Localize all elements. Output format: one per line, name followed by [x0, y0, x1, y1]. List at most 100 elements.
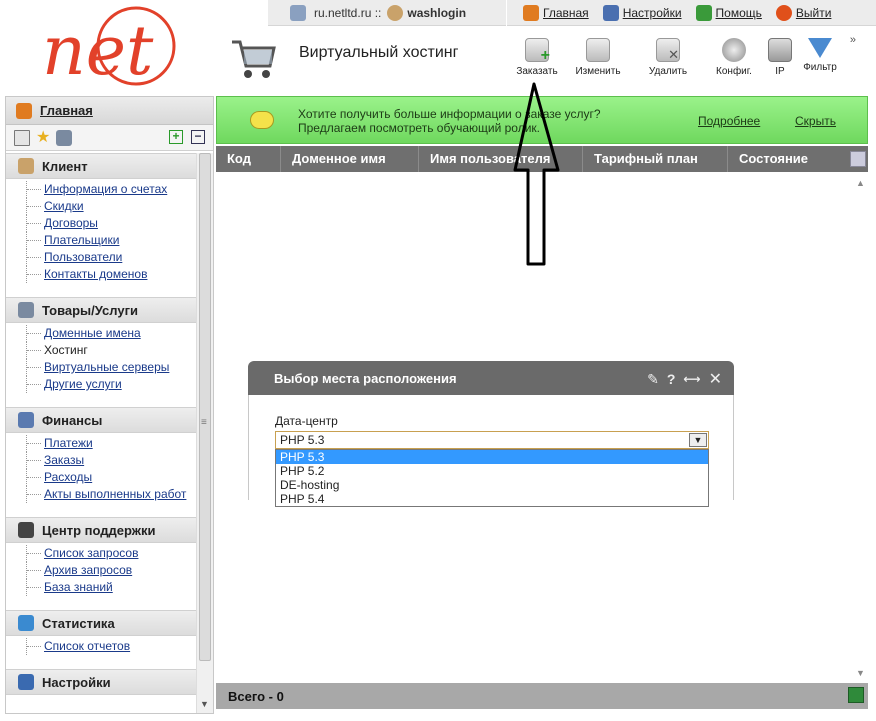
top-link-logout[interactable]: Выйти: [775, 4, 831, 21]
chevron-down-icon[interactable]: ▼: [689, 433, 707, 447]
page-toolbar: Виртуальный хостинг + Заказать Изменить …: [230, 28, 876, 90]
scroll-grip-icon: ≡: [201, 417, 207, 428]
sidebar-section-header[interactable]: Товары/Услуги: [6, 297, 196, 323]
sidebar-item[interactable]: Скидки: [26, 198, 196, 215]
speech-bubble-icon: [250, 111, 274, 129]
datacenter-option[interactable]: PHP 5.2: [276, 464, 708, 478]
edit-button[interactable]: Изменить: [570, 38, 626, 77]
delete-doc-icon: ✕: [656, 38, 680, 62]
filter-icon: [808, 38, 832, 58]
grid-scrollbar[interactable]: ▲ ▼: [851, 172, 868, 682]
sidebar-item[interactable]: Архив запросов: [26, 562, 196, 579]
finance-icon: [18, 412, 34, 428]
sidebar-scroll-thumb[interactable]: [199, 153, 211, 661]
col-plan[interactable]: Тарифный план: [583, 146, 728, 172]
datacenter-select[interactable]: PHP 5.3 ▼: [275, 431, 709, 449]
grid-footer: Всего - 0: [216, 683, 868, 709]
sidebar-item[interactable]: Другие услуги: [26, 376, 196, 393]
banner-hide-link[interactable]: Скрыть: [795, 114, 836, 128]
datacenter-label: Дата-центр: [275, 414, 338, 428]
list-icon[interactable]: [14, 129, 30, 146]
help-icon[interactable]: ?: [667, 371, 676, 387]
sidebar-item[interactable]: Виртуальные серверы: [26, 359, 196, 376]
dialog-title: Выбор места расположения: [274, 370, 457, 386]
sidebar-item[interactable]: Список запросов: [26, 545, 196, 562]
grid-config-icon[interactable]: [850, 151, 866, 167]
cart-icon: [232, 40, 276, 78]
sidebar-menu: Клиент Информация о счетах Скидки Договоры П…: [6, 153, 196, 705]
sidebar-section-header[interactable]: Центр поддержки: [6, 517, 196, 543]
settings-icon: [602, 4, 619, 21]
expand-icon[interactable]: ⟷: [683, 372, 700, 386]
help-icon: [695, 4, 712, 21]
sidebar-item[interactable]: Информация о счетах: [26, 181, 196, 198]
top-link-settings[interactable]: Настройки: [602, 4, 682, 21]
sidebar-item[interactable]: Доменные имена: [26, 325, 196, 342]
home-icon: [16, 102, 32, 119]
sidebar-item[interactable]: Заказы: [26, 452, 196, 469]
sidebar-item[interactable]: База знаний: [26, 579, 196, 596]
chart-icon: [18, 615, 34, 631]
server-info: ru.netltd.ru :: washlogin: [268, 0, 506, 26]
sidebar-section: Центр поддержки Список запросов Архив запр…: [6, 517, 196, 600]
user-icon: [387, 4, 404, 21]
toolbar-more[interactable]: »: [850, 34, 856, 46]
close-icon[interactable]: ✕: [709, 369, 722, 389]
sidebar-section: Статистика Список отчетов: [6, 610, 196, 659]
briefcase-icon[interactable]: [56, 129, 73, 146]
power-icon: [775, 4, 792, 21]
monitor-icon: [18, 674, 34, 690]
datacenter-option[interactable]: DE-hosting: [276, 478, 708, 492]
order-button[interactable]: + Заказать: [509, 38, 565, 77]
dialog-body: Дата-центр PHP 5.3 ▼ PHP 5.3 PHP 5.2 DE-ho…: [248, 395, 734, 507]
scroll-up-icon[interactable]: ▲: [856, 178, 865, 188]
expand-all-icon[interactable]: +: [169, 130, 183, 144]
col-status[interactable]: Состояние: [728, 146, 848, 172]
col-domain[interactable]: Доменное имя: [281, 146, 419, 172]
sidebar-section-header[interactable]: Финансы: [6, 407, 196, 433]
sidebar-item[interactable]: Список отчетов: [26, 638, 196, 655]
sidebar-item[interactable]: Расходы: [26, 469, 196, 486]
top-bar: ru.netltd.ru :: washlogin Главная Настро…: [268, 0, 876, 26]
dialog-title-bar: Выбор места расположения ✎ ? ⟷ ✕: [248, 361, 734, 395]
sidebar-item[interactable]: Договоры: [26, 215, 196, 232]
up-arrow-annotation: [513, 82, 560, 266]
sidebar-item[interactable]: Платежи: [26, 435, 196, 452]
delete-button[interactable]: ✕ Удалить: [640, 38, 696, 77]
sidebar-section: Финансы Платежи Заказы Расходы Акты выполнен…: [6, 407, 196, 507]
scroll-down-icon[interactable]: ▼: [856, 668, 865, 678]
sidebar-section: Настройки: [6, 669, 196, 695]
calculator-icon: [290, 4, 306, 21]
excel-export-icon[interactable]: [848, 687, 864, 703]
sidebar-item[interactable]: Акты выполненных работ: [26, 486, 196, 503]
banner-more-link[interactable]: Подробнее: [698, 114, 760, 128]
ip-icon: [768, 38, 792, 62]
col-code[interactable]: Код: [216, 146, 281, 172]
sidebar-section-header[interactable]: Статистика: [6, 610, 196, 636]
pin-icon[interactable]: ✎: [647, 371, 659, 388]
datacenter-option[interactable]: PHP 5.4: [276, 492, 708, 506]
sidebar-section: Клиент Информация о счетах Скидки Договоры П…: [6, 153, 196, 287]
sidebar-item[interactable]: Хостинг: [26, 342, 196, 359]
sidebar-item[interactable]: Контакты доменов: [26, 266, 196, 283]
home-icon: [523, 4, 539, 21]
scroll-down-icon[interactable]: ▼: [200, 699, 209, 709]
user-icon: [18, 158, 34, 174]
top-link-home[interactable]: Главная: [523, 4, 589, 21]
sidebar-section-header[interactable]: Настройки: [6, 669, 196, 695]
collapse-all-icon[interactable]: −: [191, 130, 205, 144]
location-dialog: Выбор места расположения ✎ ? ⟷ ✕ Дата-це…: [248, 361, 734, 507]
user-name: washlogin: [407, 5, 467, 20]
datacenter-options: PHP 5.3 PHP 5.2 DE-hosting PHP 5.4: [275, 449, 709, 507]
sidebar-item[interactable]: Пользователи: [26, 249, 196, 266]
sidebar-home[interactable]: Главная: [6, 97, 213, 125]
total-count: Всего - 0: [228, 688, 284, 704]
top-link-help[interactable]: Помощь: [695, 4, 762, 21]
headset-icon: [18, 522, 34, 538]
datacenter-option[interactable]: PHP 5.3: [276, 450, 708, 464]
star-icon[interactable]: ★: [36, 129, 50, 146]
filter-button[interactable]: Фильтр: [792, 38, 848, 73]
sidebar-item[interactable]: Плательщики: [26, 232, 196, 249]
sidebar-section-header[interactable]: Клиент: [6, 153, 196, 179]
sidebar-scrollbar[interactable]: ≡ ▼: [196, 153, 213, 713]
